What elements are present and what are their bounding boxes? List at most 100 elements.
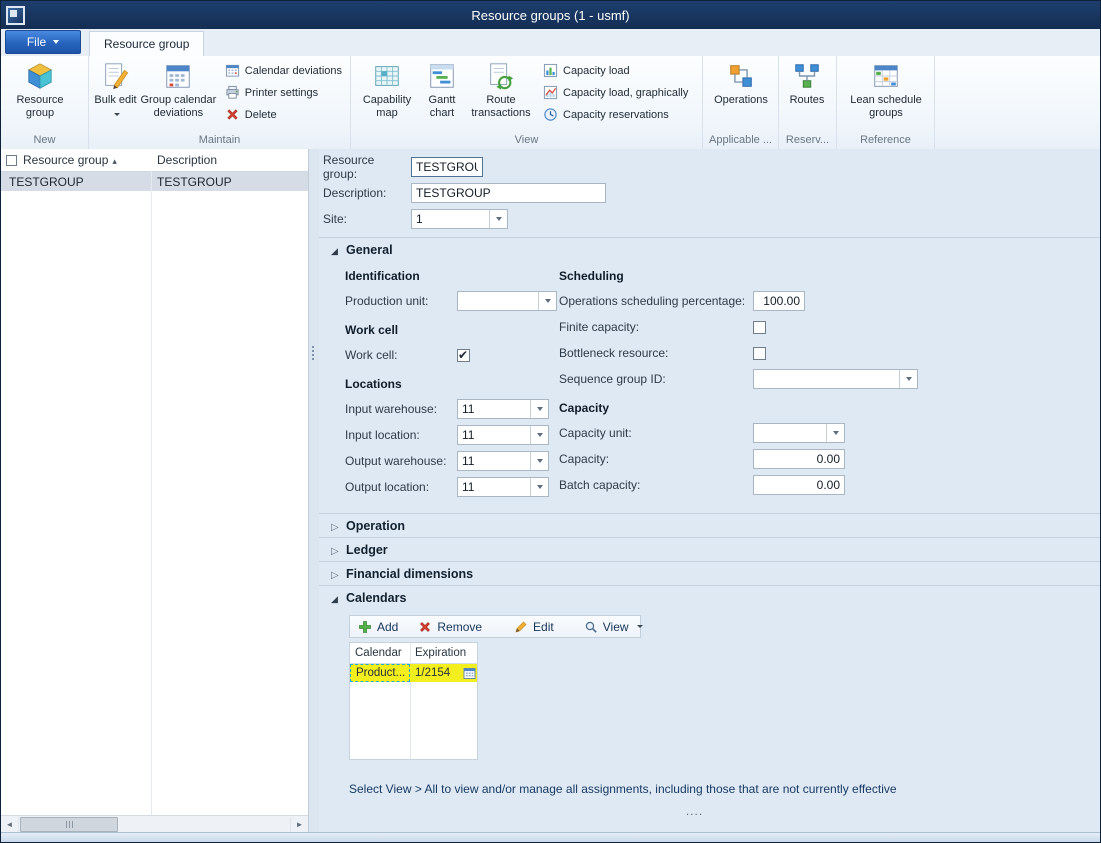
group-label-maintain: Maintain	[89, 132, 350, 149]
dropdown-caret-icon	[637, 625, 643, 628]
route-transactions-button[interactable]: Route transactions	[465, 58, 537, 120]
title-bar: Resource groups (1 - usmf)	[1, 1, 1100, 29]
tab-resource-group[interactable]: Resource group	[89, 31, 204, 56]
date-picker-icon[interactable]	[463, 667, 476, 680]
printer-settings-button[interactable]: Printer settings	[219, 82, 348, 103]
output-warehouse-combo[interactable]: 11	[457, 451, 549, 471]
file-menu-button[interactable]: File	[5, 30, 81, 54]
input-location-combo[interactable]: 11	[457, 425, 549, 445]
capacity-load-graphically-button[interactable]: Capacity load, graphically	[537, 82, 694, 103]
site-field-label: Site:	[323, 212, 411, 226]
calendar-deviations-button[interactable]: Calendar deviations	[219, 60, 348, 81]
dropdown-arrow-icon[interactable]	[826, 424, 844, 442]
delete-button[interactable]: Delete	[219, 104, 348, 125]
remove-x-icon	[418, 620, 432, 634]
batch-capacity-field[interactable]	[753, 475, 845, 495]
expander-expanded-icon	[331, 591, 346, 605]
description-field[interactable]	[411, 183, 606, 203]
column-header-description[interactable]: Description	[149, 153, 308, 167]
add-button[interactable]: Add	[354, 620, 402, 634]
dropdown-arrow-icon[interactable]	[489, 210, 507, 228]
input-warehouse-combo[interactable]: 11	[457, 399, 549, 419]
column-header-resource-group[interactable]: Resource group	[21, 149, 149, 171]
finite-capacity-checkbox[interactable]	[753, 321, 766, 334]
calendars-grid: Calendar Expiration Product... 1/2154	[349, 642, 478, 760]
capacity-reservations-button[interactable]: Capacity reservations	[537, 104, 694, 125]
resource-groups-window: Resource groups (1 - usmf) File Resource…	[0, 0, 1101, 843]
add-plus-icon	[358, 620, 372, 634]
sort-ascending-icon	[112, 153, 117, 167]
capacity-load-button[interactable]: Capacity load	[537, 60, 694, 81]
dropdown-arrow-icon[interactable]	[530, 478, 548, 496]
view-button[interactable]: View	[580, 620, 647, 634]
cube-icon	[25, 61, 55, 91]
remove-button[interactable]: Remove	[414, 620, 486, 634]
routes-button[interactable]: Routes	[783, 58, 831, 107]
locations-subheader: Locations	[345, 377, 559, 391]
production-unit-combo[interactable]	[457, 291, 557, 311]
capacity-load-graph-icon	[543, 85, 558, 100]
ribbon-group-reservations: Routes Reserv...	[779, 56, 837, 149]
expiration-cell[interactable]: 1/2154	[410, 664, 477, 682]
grip-dots[interactable]: ....	[349, 804, 1040, 818]
select-all-checkbox[interactable]	[1, 155, 21, 166]
column-divider	[151, 171, 152, 816]
capability-map-icon	[372, 61, 402, 91]
lean-schedule-icon	[871, 61, 901, 91]
sequence-group-combo[interactable]	[753, 369, 918, 389]
column-header-expiration[interactable]: Expiration	[410, 647, 477, 659]
capability-map-button[interactable]: Capability map	[355, 58, 419, 120]
section-financial-dimensions[interactable]: Financial dimensions	[319, 561, 1100, 585]
capacity-field[interactable]	[753, 449, 845, 469]
resource-group-detail-panel: Resource group: Description: Site: 1 Gen…	[319, 149, 1100, 833]
dropdown-arrow-icon[interactable]	[530, 452, 548, 470]
ribbon-group-view: Capability map Gantt chart Route transac…	[351, 56, 703, 149]
capacity-unit-combo[interactable]	[753, 423, 845, 443]
scheduling-subheader: Scheduling	[559, 269, 1100, 283]
dropdown-arrow-icon[interactable]	[538, 292, 556, 310]
panel-splitter[interactable]	[309, 149, 319, 833]
scroll-thumb[interactable]	[20, 817, 118, 832]
bottleneck-resource-checkbox[interactable]	[753, 347, 766, 360]
list-header: Resource group Description	[1, 149, 308, 172]
dropdown-arrow-icon[interactable]	[530, 400, 548, 418]
window-title: Resource groups (1 - usmf)	[1, 8, 1100, 23]
work-cell-checkbox[interactable]	[457, 349, 470, 362]
route-transactions-icon	[486, 61, 516, 91]
dropdown-arrow-icon[interactable]	[899, 370, 917, 388]
operations-button[interactable]: Operations	[707, 58, 775, 107]
section-ledger[interactable]: Ledger	[319, 537, 1100, 561]
dropdown-caret-icon	[114, 113, 120, 116]
dropdown-arrow-icon[interactable]	[530, 426, 548, 444]
general-section-body: Identification Production unit: Work cel…	[319, 261, 1100, 513]
calendar-cell[interactable]: Product...	[350, 664, 410, 682]
scroll-left-button[interactable]	[1, 817, 19, 833]
resource-groups-list-panel: Resource group Description TESTGROUP TES…	[1, 149, 309, 833]
list-row[interactable]: TESTGROUP TESTGROUP	[1, 172, 308, 191]
section-general[interactable]: General	[319, 237, 1100, 261]
section-operation[interactable]: Operation	[319, 513, 1100, 537]
status-bar	[1, 832, 1100, 842]
bulk-edit-button[interactable]: Bulk edit	[93, 58, 138, 120]
resource-group-field[interactable]	[411, 157, 483, 177]
grid-column-divider	[410, 643, 411, 759]
column-header-calendar[interactable]: Calendar	[350, 647, 410, 659]
resource-group-button[interactable]: Resource group	[5, 58, 75, 120]
operations-scheduling-percentage-field[interactable]	[753, 291, 805, 311]
section-calendars[interactable]: Calendars	[319, 585, 1100, 609]
ribbon-group-reference: Lean schedule groups Reference	[837, 56, 935, 149]
edit-button[interactable]: Edit	[510, 620, 558, 634]
header-fields: Resource group: Description: Site: 1	[319, 149, 1100, 237]
app-icon[interactable]	[6, 6, 25, 25]
group-calendar-deviations-button[interactable]: Group calendar deviations	[138, 58, 219, 120]
gantt-chart-button[interactable]: Gantt chart	[419, 58, 465, 120]
output-location-combo[interactable]: 11	[457, 477, 549, 497]
lean-schedule-groups-button[interactable]: Lean schedule groups	[841, 58, 931, 120]
group-calendar-icon	[163, 61, 193, 91]
calendar-assignment-row[interactable]: Product... 1/2154	[350, 664, 477, 682]
scroll-right-button[interactable]	[290, 817, 308, 833]
horizontal-scrollbar[interactable]	[1, 815, 308, 833]
site-combo[interactable]: 1	[411, 209, 508, 229]
identification-subheader: Identification	[345, 269, 559, 283]
operations-icon	[726, 61, 756, 91]
